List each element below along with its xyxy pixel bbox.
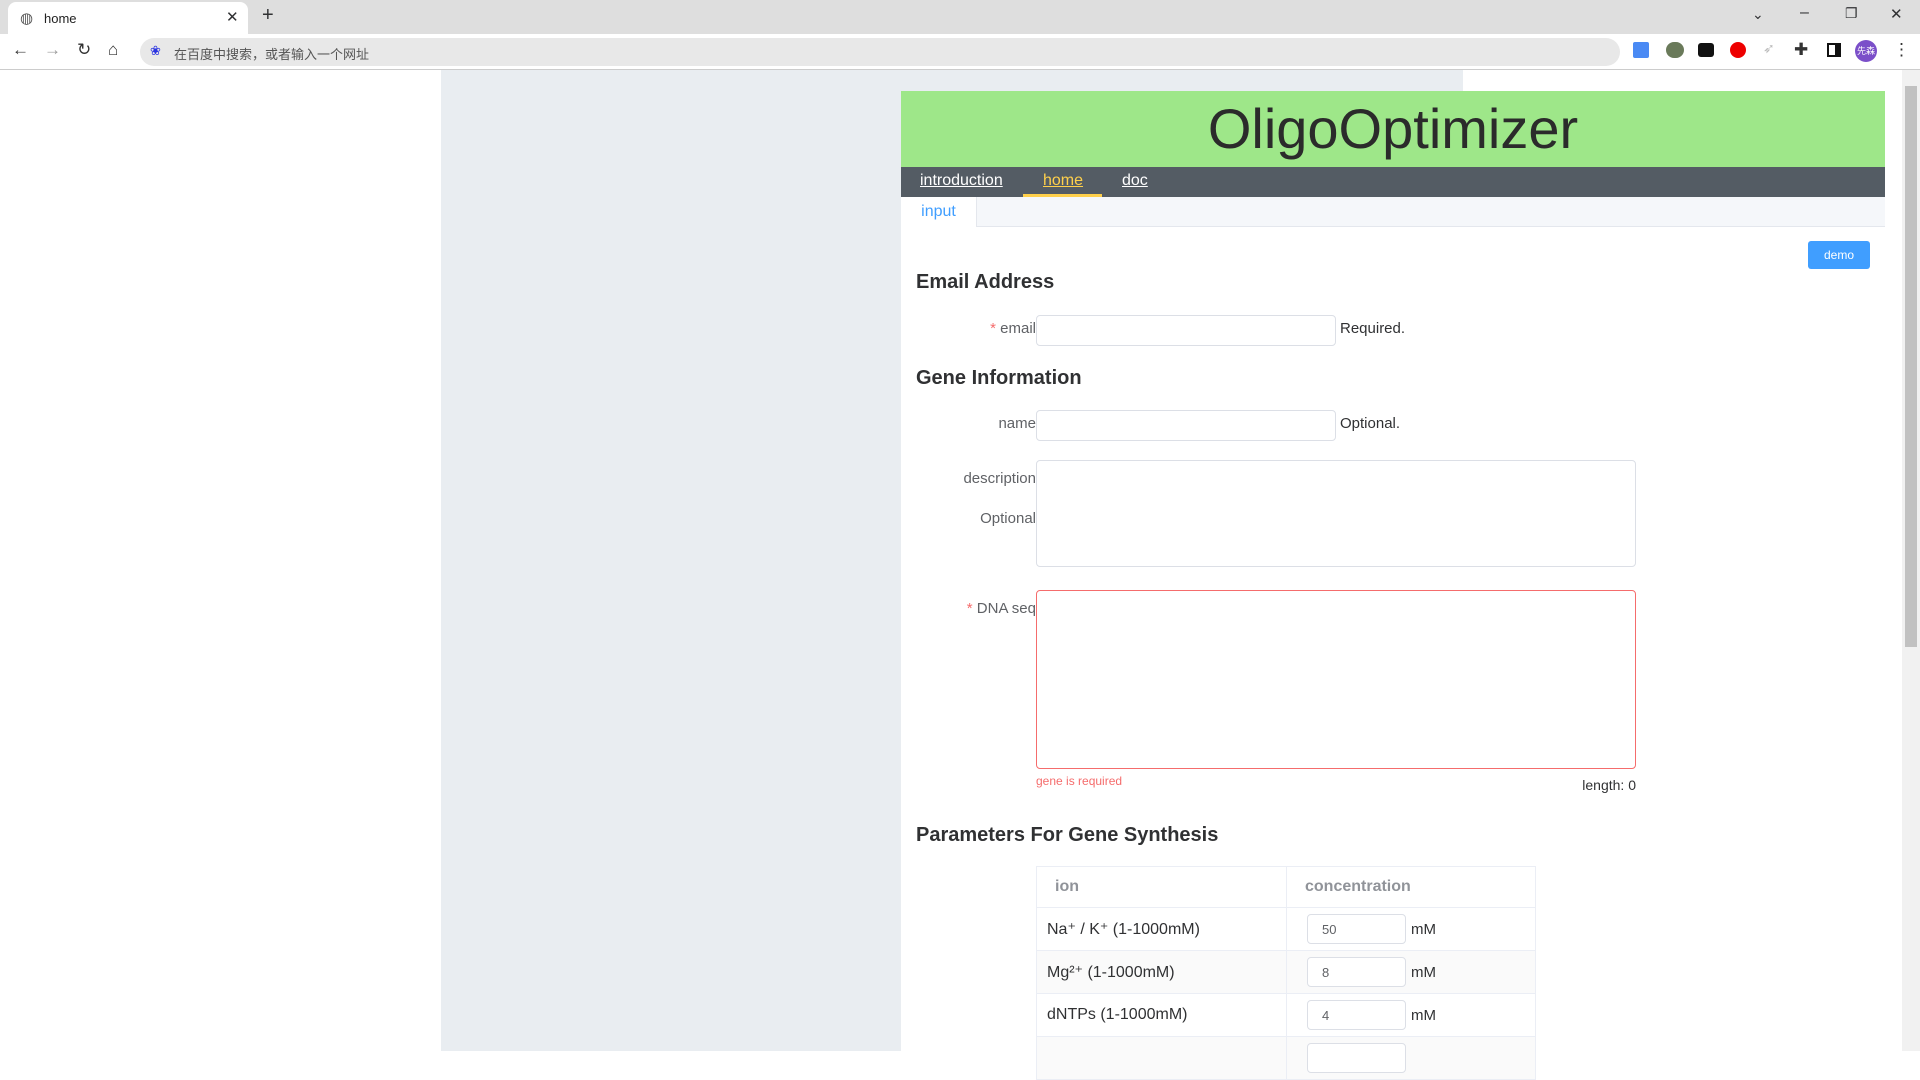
- name-label: name: [998, 415, 1036, 432]
- forward-icon[interactable]: →: [44, 40, 61, 60]
- ion-cell: dNTPs (1-1000mM): [1036, 993, 1287, 1037]
- dna-length: length: 0: [1582, 777, 1636, 793]
- avatar[interactable]: 先森: [1855, 40, 1877, 62]
- email-section-heading: Email Address: [916, 271, 1055, 293]
- name-hint: Optional.: [1340, 415, 1401, 432]
- window-close-icon[interactable]: ✕: [1890, 5, 1903, 23]
- unit-label: mM: [1411, 920, 1436, 938]
- scrollbar-thumb[interactable]: [1905, 86, 1917, 647]
- tab-input[interactable]: input: [901, 197, 977, 227]
- params-section-heading: Parameters For Gene Synthesis: [916, 824, 1219, 846]
- page-container: OligoOptimizer introduction home doc inp…: [441, 70, 1885, 1080]
- sidebar-icon[interactable]: [1827, 43, 1841, 57]
- mg-concentration-input[interactable]: 8: [1307, 957, 1406, 987]
- email-hint: Required.: [1340, 320, 1406, 337]
- table-row: Mg²⁺ (1-1000mM) 8 mM: [1036, 950, 1536, 994]
- extensions-puzzle-icon[interactable]: ✚: [1794, 40, 1808, 60]
- email-label: * email: [916, 320, 1036, 337]
- email-label-text: email: [1000, 320, 1036, 337]
- home-icon[interactable]: ⌂: [108, 40, 118, 60]
- browser-toolbar: ← → ↻ ⌂ ❀ 在百度中搜索，或者输入一个网址 ➶ ✚ 先森 ⋮: [0, 34, 1920, 70]
- required-asterisk: *: [966, 600, 977, 617]
- extension-icon[interactable]: [1698, 43, 1714, 57]
- concentration-cell: [1286, 1036, 1536, 1080]
- reload-icon[interactable]: ↻: [77, 40, 91, 60]
- ion-table: ion concentration Na⁺ / K⁺ (1-1000mM) 50 mM…: [1036, 866, 1536, 1080]
- dntps-concentration-input[interactable]: 4: [1307, 1000, 1406, 1030]
- globe-icon: ◍: [20, 10, 34, 27]
- translate-icon[interactable]: [1633, 42, 1649, 58]
- minimize-icon[interactable]: –: [1800, 4, 1809, 22]
- required-asterisk: *: [990, 320, 1001, 337]
- extension-icon[interactable]: [1666, 42, 1684, 58]
- back-icon[interactable]: ←: [12, 40, 29, 60]
- description-hint: Optional: [980, 510, 1036, 527]
- cursor-extension-icon[interactable]: ➶: [1763, 40, 1775, 57]
- name-input[interactable]: [1036, 410, 1336, 441]
- concentration-cell: 8 mM: [1286, 950, 1536, 994]
- na-k-concentration-input[interactable]: 50: [1307, 914, 1406, 944]
- email-input[interactable]: [1036, 315, 1336, 346]
- sub-tabs: input: [901, 197, 1885, 227]
- restore-icon[interactable]: ❐: [1845, 5, 1858, 22]
- main-card: OligoOptimizer introduction home doc inp…: [901, 91, 1885, 1080]
- tab-search-chevron-icon[interactable]: ⌄: [1752, 6, 1764, 23]
- column-header-ion: ion: [1036, 866, 1287, 908]
- description-textarea[interactable]: [1036, 460, 1636, 567]
- concentration-cell: 50 mM: [1286, 907, 1536, 951]
- nav-menu: introduction home doc: [901, 167, 1885, 197]
- description-label: description: [963, 470, 1036, 487]
- column-header-concentration: concentration: [1286, 866, 1536, 908]
- dna-seq-textarea[interactable]: [1036, 590, 1636, 769]
- ion-cell: [1036, 1036, 1287, 1080]
- concentration-input[interactable]: [1307, 1043, 1406, 1073]
- unit-label: mM: [1411, 1006, 1436, 1024]
- dna-seq-error: gene is required: [1036, 774, 1123, 788]
- page-scrollbar[interactable]: [1902, 70, 1920, 1051]
- gene-section-heading: Gene Information: [916, 367, 1082, 389]
- menu-icon[interactable]: ⋮: [1893, 40, 1910, 60]
- dna-seq-label-text: DNA seq: [976, 600, 1036, 617]
- table-row: Na⁺ / K⁺ (1-1000mM) 50 mM: [1036, 907, 1536, 951]
- ion-cell: Mg²⁺ (1-1000mM): [1036, 950, 1287, 994]
- close-icon[interactable]: ✕: [226, 8, 239, 26]
- demo-button[interactable]: demo: [1808, 241, 1870, 269]
- table-row: dNTPs (1-1000mM) 4 mM: [1036, 993, 1536, 1037]
- unit-label: mM: [1411, 963, 1436, 981]
- address-bar[interactable]: ❀ 在百度中搜索，或者输入一个网址: [140, 38, 1620, 66]
- table-header-row: ion concentration: [1036, 866, 1536, 908]
- adblock-icon[interactable]: [1730, 42, 1746, 58]
- baidu-icon: ❀: [150, 43, 161, 58]
- tab-title: home: [44, 11, 77, 26]
- table-row: [1036, 1036, 1536, 1080]
- ion-cell: Na⁺ / K⁺ (1-1000mM): [1036, 907, 1287, 951]
- app-header: OligoOptimizer: [901, 91, 1885, 167]
- nav-doc[interactable]: doc: [1122, 172, 1148, 190]
- concentration-cell: 4 mM: [1286, 993, 1536, 1037]
- nav-introduction[interactable]: introduction: [920, 172, 1003, 190]
- browser-tab[interactable]: ◍ home ✕: [8, 2, 248, 34]
- dna-seq-label: * DNA seq: [916, 600, 1036, 617]
- page: OligoOptimizer introduction home doc inp…: [0, 70, 1900, 1080]
- nav-home[interactable]: home: [1043, 172, 1083, 190]
- new-tab-plus-icon[interactable]: +: [262, 4, 274, 27]
- browser-tab-strip: ◍ home ✕ + ⌄ – ❐ ✕: [0, 0, 1920, 34]
- address-placeholder: 在百度中搜索，或者输入一个网址: [174, 47, 370, 62]
- app-title: OligoOptimizer: [1207, 97, 1579, 160]
